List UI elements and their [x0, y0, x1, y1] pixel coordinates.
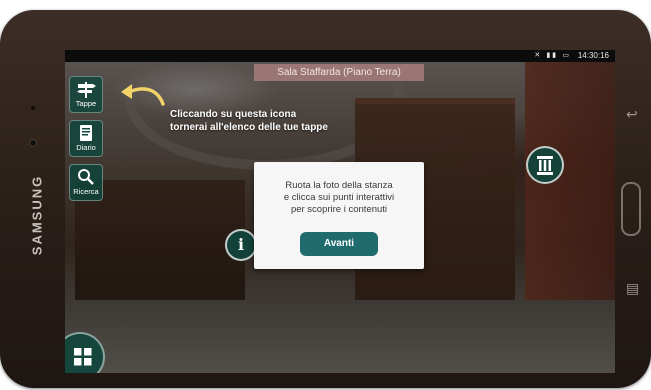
status-bar: ✕ ▮▮ ▭ 14:30:16: [65, 50, 615, 62]
column-icon: [537, 156, 553, 175]
nav-label-ricerca: Ricerca: [73, 187, 99, 196]
nav-button-ricerca[interactable]: Ricerca: [69, 164, 103, 201]
app-screen: ✕ ▮▮ ▭ 14:30:16 Sala Staffarda (Piano Te…: [65, 50, 615, 373]
nav-label-diario: Diario: [76, 143, 96, 152]
status-icons: ✕ ▮▮ ▭: [534, 51, 571, 59]
intro-dialog: Ruota la foto della stanza e clicca sui …: [254, 162, 424, 269]
dialog-message: Ruota la foto della stanza e clicca sui …: [254, 180, 424, 216]
tablet-frame: SAMSUNG ↩ ▤ ✕ ▮▮ ▭ 14:30:16 Sala Staffar…: [0, 10, 651, 388]
dialog-line-1: Ruota la foto della stanza: [285, 180, 393, 191]
signpost-icon: [70, 80, 102, 100]
home-button[interactable]: [621, 182, 641, 236]
curved-arrow-icon: [121, 84, 165, 106]
dialog-line-3: per scoprire i contenuti: [290, 204, 388, 215]
hint-line-2: tornerai all'elenco delle tue tappe: [170, 122, 328, 133]
hint-text: Cliccando su questa icona tornerai all'e…: [170, 108, 328, 134]
back-key-icon[interactable]: ↩: [626, 106, 638, 123]
front-camera: [30, 140, 36, 146]
dialog-line-2: e clicca sui punti interattivi: [283, 192, 395, 203]
status-time: 14:30:16: [577, 51, 609, 60]
proximity-sensor: [31, 106, 35, 110]
info-icon: i: [237, 235, 245, 254]
grid-icon: [74, 348, 92, 366]
next-button[interactable]: Avanti: [300, 232, 378, 256]
monument-hotspot[interactable]: [526, 146, 564, 184]
recent-apps-icon[interactable]: ▤: [626, 280, 639, 297]
room-title: Sala Staffarda (Piano Terra): [254, 64, 424, 81]
nav-button-tappe[interactable]: Tappe: [69, 76, 103, 113]
nav-label-tappe: Tappe: [75, 99, 97, 108]
device-brand: SAMSUNG: [29, 174, 45, 256]
diary-icon: [70, 124, 102, 144]
hint-line-1: Cliccando su questa icona: [170, 109, 297, 120]
nav-button-diario[interactable]: Diario: [69, 120, 103, 157]
info-hotspot[interactable]: i: [225, 229, 257, 261]
search-icon: [70, 168, 102, 188]
